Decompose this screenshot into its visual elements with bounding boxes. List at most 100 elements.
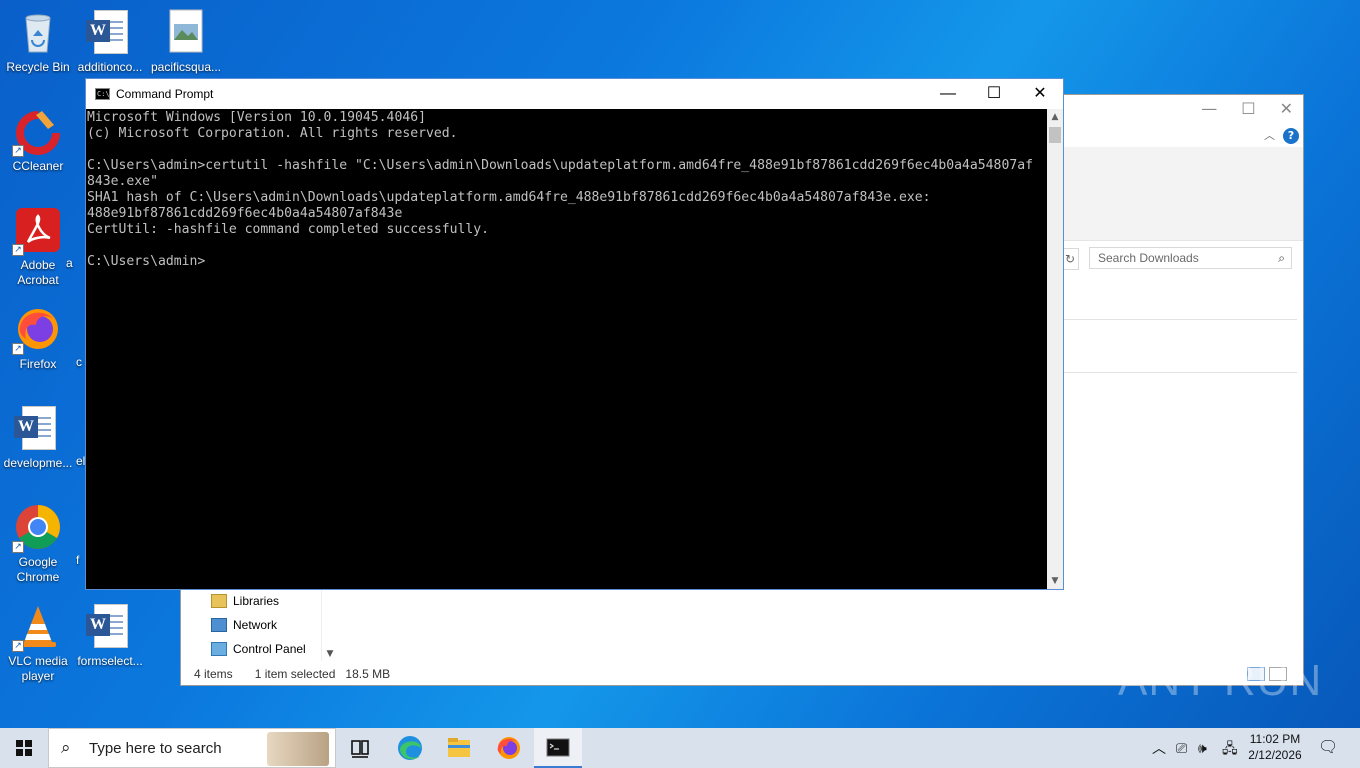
collapse-ribbon-icon[interactable]: ︿ <box>1264 127 1275 143</box>
explorer-status-bar: 4 items 1 item selected 18.5 MB <box>194 667 390 681</box>
search-placeholder: Search Downloads <box>1098 251 1199 265</box>
desktop-icon-google-chrome[interactable]: ↗ Google Chrome <box>0 503 76 585</box>
notifications-icon[interactable]: 🗨 <box>1318 728 1338 768</box>
console-line: 488e91bf87861cdd269f6ec4b0a4a54807af843e <box>87 206 403 221</box>
search-highlight-image <box>267 732 329 766</box>
nav-item-label: Control Panel <box>233 642 306 656</box>
window-title: Command Prompt <box>116 87 214 101</box>
help-icon[interactable]: ? <box>1283 128 1299 144</box>
taskbar-edge[interactable] <box>386 728 434 768</box>
meet-now-icon[interactable]: ⎚ <box>1176 728 1187 768</box>
volume-icon[interactable]: 🕪 <box>1198 728 1207 768</box>
desktop-icon-label: VLC media player <box>8 654 68 683</box>
desktop-icon-adobe-acrobat[interactable]: ↗ Adobe Acrobat <box>0 206 76 288</box>
maximize-icon[interactable]: ☐ <box>1241 99 1255 118</box>
desktop-icon-label: developme... <box>3 456 73 470</box>
edge-icon <box>398 736 422 760</box>
desktop-icon-firefox[interactable]: ↗ Firefox <box>0 305 76 372</box>
desktop-icon-developme[interactable]: W developme... <box>0 404 76 471</box>
close-button[interactable]: ✕ <box>1017 79 1063 109</box>
shortcut-arrow-icon: ↗ <box>12 640 24 652</box>
taskbar-firefox[interactable] <box>485 728 533 768</box>
word-document-icon: W <box>14 404 62 452</box>
desktop-icon-pacificsqua[interactable]: pacificsqua... <box>148 8 224 75</box>
scrollbar-thumb[interactable] <box>1049 127 1061 143</box>
desktop-icon-label: Adobe Acrobat <box>17 258 59 287</box>
scroll-down-icon[interactable]: ▼ <box>322 649 338 659</box>
desktop-icon-ccleaner[interactable]: ↗ CCleaner <box>0 107 76 174</box>
task-view-icon <box>351 740 369 758</box>
shortcut-arrow-icon: ↗ <box>12 145 24 157</box>
file-explorer-icon <box>448 738 470 757</box>
windows-logo-icon <box>16 740 32 756</box>
nav-item-network[interactable]: Network <box>211 613 306 637</box>
image-file-icon <box>162 8 210 56</box>
maximize-button[interactable]: ☐ <box>971 79 1017 109</box>
taskbar: ⌕ Type here to search ︿ ⎚ 🕪 🖧 11:02 PM 2… <box>0 728 1360 768</box>
shortcut-arrow-icon: ↗ <box>12 244 24 256</box>
taskbar-search-box[interactable]: ⌕ Type here to search <box>48 728 336 768</box>
nav-item-control-panel[interactable]: Control Panel <box>211 637 306 661</box>
desktop-icon-partial[interactable]: a <box>66 256 86 271</box>
minimize-button[interactable]: — <box>925 79 971 109</box>
close-icon[interactable]: ✕ <box>1280 99 1293 118</box>
taskbar-command-prompt[interactable] <box>534 728 582 768</box>
console-line: Microsoft Windows [Version 10.0.19045.40… <box>87 110 426 125</box>
minimize-icon[interactable]: — <box>1201 99 1217 118</box>
status-selection: 1 item selected <box>254 667 336 681</box>
command-prompt-icon: C:\ <box>95 88 110 100</box>
console-line: (c) Microsoft Corporation. All rights re… <box>87 126 458 141</box>
cmd-title-bar[interactable]: C:\ Command Prompt — ☐ ✕ <box>86 79 1063 109</box>
nav-item-libraries[interactable]: Libraries <box>211 589 306 613</box>
navigation-pane: Libraries Network Control Panel <box>211 589 306 661</box>
show-hidden-icons-button[interactable]: ︿ <box>1152 728 1166 768</box>
navigation-scrollbar[interactable]: ▼ <box>321 589 337 661</box>
search-placeholder: Type here to search <box>89 740 222 757</box>
console-line: 843e.exe" <box>87 174 158 189</box>
word-document-icon: W <box>86 8 134 56</box>
clock-time: 11:02 PM <box>1249 732 1301 746</box>
status-size: 18.5 MB <box>345 667 391 681</box>
control-panel-icon <box>211 642 227 656</box>
search-icon: ⌕ <box>61 738 71 757</box>
network-icon[interactable]: 🖧 <box>1222 728 1238 768</box>
nav-item-label: Libraries <box>233 594 280 608</box>
clock-date: 2/12/2026 <box>1248 748 1302 762</box>
console-output[interactable]: Microsoft Windows [Version 10.0.19045.40… <box>86 109 1048 589</box>
vlc-icon: ↗ <box>12 602 62 652</box>
taskbar-file-explorer[interactable] <box>435 728 483 768</box>
desktop-icon-label: Firefox <box>19 357 57 371</box>
command-prompt-window[interactable]: C:\ Command Prompt — ☐ ✕ Microsoft Windo… <box>85 78 1064 590</box>
desktop-icon-label: Recycle Bin <box>6 60 70 74</box>
desktop-icon-recycle-bin[interactable]: Recycle Bin <box>0 8 76 75</box>
close-icon: ✕ <box>1033 85 1047 102</box>
shortcut-arrow-icon: ↗ <box>12 343 24 355</box>
scroll-up-icon[interactable]: ▲ <box>1047 109 1063 125</box>
console-line: CertUtil: -hashfile command completed su… <box>87 222 490 237</box>
nav-item-label: Network <box>233 618 278 632</box>
desktop-icon-formselect[interactable]: W formselect... <box>72 602 148 669</box>
explorer-search-input[interactable]: Search Downloads ⌕ <box>1089 247 1292 269</box>
minimize-icon: — <box>940 85 956 102</box>
recycle-bin-icon <box>14 8 62 56</box>
firefox-icon: ↗ <box>12 305 62 355</box>
desktop-icon-label: formselect... <box>77 654 143 668</box>
ccleaner-icon: ↗ <box>12 107 62 157</box>
console-line: SHA1 hash of C:\Users\admin\Downloads\up… <box>87 190 931 205</box>
scroll-down-icon[interactable]: ▼ <box>1047 573 1063 589</box>
desktop-icon-vlc[interactable]: ↗ VLC media player <box>0 602 76 684</box>
desktop-icon-label: CCleaner <box>12 159 64 173</box>
console-line: C:\Users\admin>certutil -hashfile "C:\Us… <box>87 158 1033 173</box>
desktop-icon-additionco[interactable]: W additionco... <box>72 8 148 75</box>
start-button[interactable] <box>0 728 48 768</box>
cmd-scrollbar[interactable]: ▲ ▼ <box>1047 109 1063 589</box>
word-document-icon: W <box>86 602 134 650</box>
system-clock[interactable]: 11:02 PM 2/12/2026 <box>1240 731 1310 763</box>
divider <box>1061 372 1297 373</box>
task-view-button[interactable] <box>336 728 384 768</box>
desktop-icon-label: Google Chrome <box>16 555 60 584</box>
maximize-icon: ☐ <box>986 85 1002 102</box>
network-icon <box>211 618 227 632</box>
desktop-icon-label: a <box>66 256 73 270</box>
